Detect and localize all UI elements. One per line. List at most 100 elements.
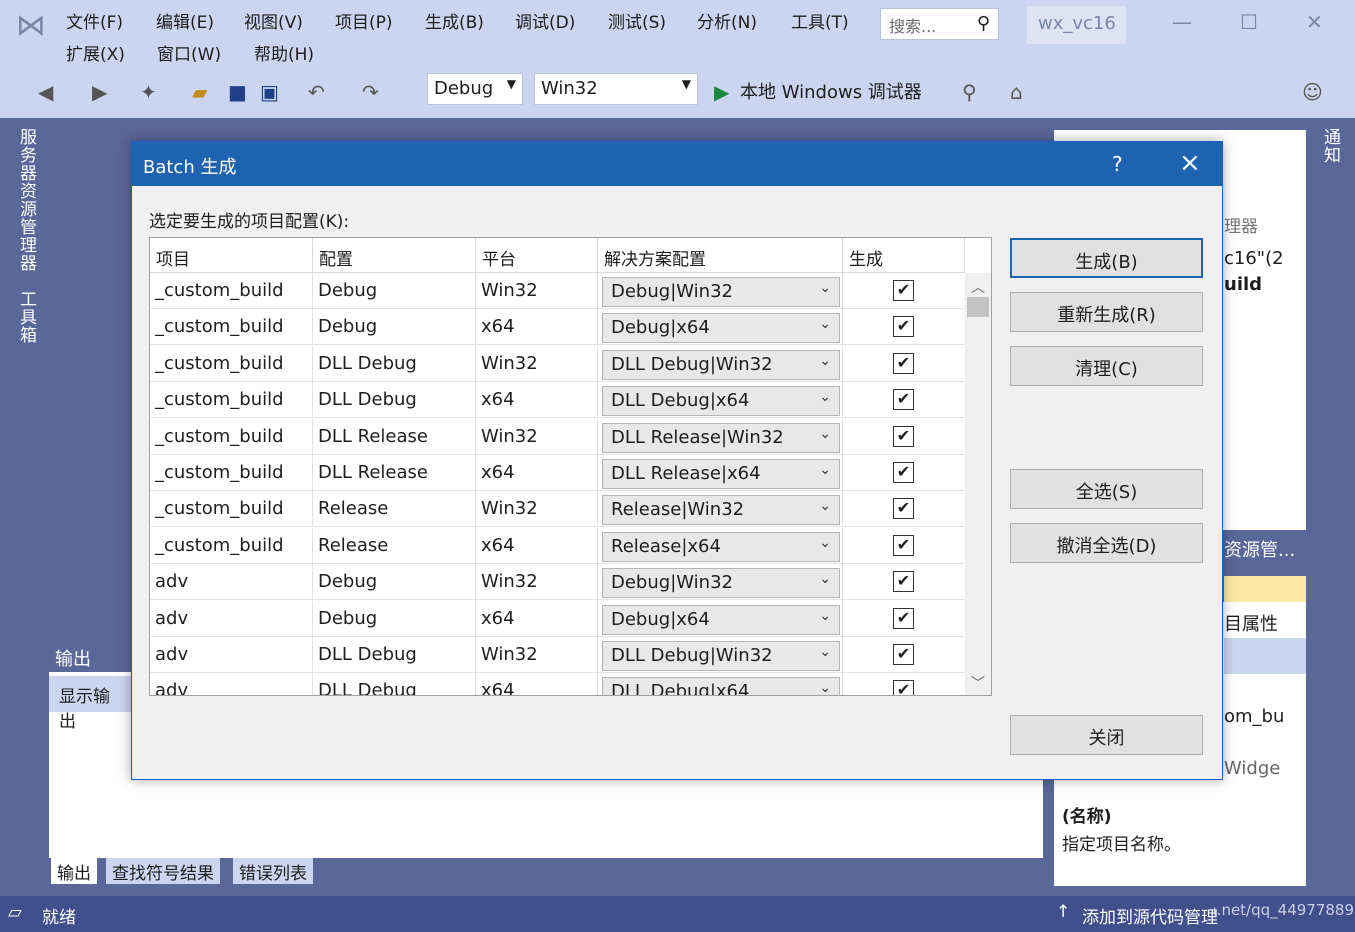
close-window-icon[interactable]: ✕ bbox=[1306, 10, 1323, 34]
cell-platform: x64 bbox=[476, 455, 598, 491]
cell-platform: x64 bbox=[476, 527, 598, 564]
help-icon[interactable]: ? bbox=[1112, 152, 1123, 176]
open-folder-icon[interactable]: ▰ bbox=[192, 80, 207, 104]
build-checkbox[interactable]: ✔ bbox=[893, 352, 914, 374]
column-header-config[interactable]: 配置 bbox=[313, 238, 476, 273]
table-row[interactable]: adv DLL Debug Win32 DLL Debug|Win32 ⌄ ✔ bbox=[150, 637, 965, 673]
build-checkbox[interactable]: ✔ bbox=[893, 534, 914, 556]
grid-scrollbar[interactable]: ︿ ﹀ bbox=[965, 273, 991, 695]
solution-config-dropdown[interactable]: DLL Release|x64 ⌄ bbox=[602, 459, 840, 489]
save-icon[interactable]: ■ bbox=[228, 80, 247, 104]
column-header-build[interactable]: 生成 bbox=[843, 238, 965, 273]
feedback-icon[interactable]: ☺ bbox=[1302, 80, 1323, 104]
config-combo[interactable]: Debug ▼ bbox=[427, 73, 523, 105]
menu-item[interactable]: 项目(P) bbox=[335, 8, 393, 33]
build-checkbox[interactable]: ✔ bbox=[893, 644, 914, 665]
table-row[interactable]: adv Debug Win32 Debug|Win32 ⌄ ✔ bbox=[150, 564, 965, 601]
build-checkbox[interactable]: ✔ bbox=[893, 680, 914, 695]
menu-item[interactable]: 窗口(W) bbox=[157, 40, 221, 65]
toolbox-tab[interactable]: 工具箱 bbox=[14, 290, 39, 344]
column-header-platform[interactable]: 平台 bbox=[476, 238, 598, 273]
select-all-button[interactable]: 全选(S) bbox=[1010, 469, 1203, 509]
build-checkbox[interactable]: ✔ bbox=[893, 607, 914, 629]
minimize-icon[interactable]: — bbox=[1172, 10, 1192, 34]
solution-config-dropdown[interactable]: DLL Debug|x64 ⌄ bbox=[602, 677, 840, 695]
menu-item[interactable]: 视图(V) bbox=[244, 8, 303, 33]
deselect-all-button[interactable]: 撤消全选(D) bbox=[1010, 523, 1203, 563]
cell-config: Debug bbox=[313, 273, 476, 309]
new-project-icon[interactable]: ✦ bbox=[140, 80, 157, 104]
save-all-icon[interactable]: ▣ bbox=[260, 80, 279, 104]
forward-icon[interactable]: ▶ bbox=[92, 80, 107, 104]
chevron-down-icon[interactable]: ﹀ bbox=[971, 673, 985, 693]
menu-item[interactable]: 扩展(X) bbox=[66, 40, 125, 65]
tab-find-symbol[interactable]: 查找符号结果 bbox=[106, 858, 220, 884]
menu-item[interactable]: 调试(D) bbox=[515, 8, 575, 33]
table-row[interactable]: adv DLL Debug x64 DLL Debug|x64 ⌄ ✔ bbox=[150, 673, 965, 695]
notifications-tab[interactable]: 通知 bbox=[1318, 128, 1343, 164]
column-header-project[interactable]: 项目 bbox=[150, 238, 313, 273]
home-icon[interactable]: ⌂ bbox=[1010, 80, 1023, 104]
table-row[interactable]: _custom_build Release Win32 Release|Win32 ⌄ ✔ bbox=[150, 491, 965, 528]
source-control-button[interactable]: 添加到源代码管理 bbox=[1082, 903, 1218, 928]
search-input[interactable]: 搜索... ⚲ bbox=[880, 8, 999, 40]
menu-item[interactable]: 工具(T) bbox=[791, 8, 849, 33]
chevron-down-icon: ⌄ bbox=[819, 462, 831, 478]
close-button[interactable]: 关闭 bbox=[1010, 715, 1203, 755]
menu-item[interactable]: 帮助(H) bbox=[254, 40, 314, 65]
table-row[interactable]: _custom_build Release x64 Release|x64 ⌄ ✔ bbox=[150, 527, 965, 564]
debugger-button[interactable]: 本地 Windows 调试器 bbox=[740, 78, 922, 104]
table-row[interactable]: adv Debug x64 Debug|x64 ⌄ ✔ bbox=[150, 600, 965, 637]
solution-config-dropdown[interactable]: Debug|Win32 ⌄ bbox=[602, 277, 840, 307]
build-checkbox[interactable]: ✔ bbox=[893, 316, 914, 338]
solution-config-dropdown[interactable]: DLL Release|Win32 ⌄ bbox=[602, 422, 840, 453]
solution-config-dropdown[interactable]: Debug|Win32 ⌄ bbox=[602, 568, 840, 599]
build-checkbox[interactable]: ✔ bbox=[893, 280, 914, 301]
build-checkbox[interactable]: ✔ bbox=[893, 571, 914, 593]
table-row[interactable]: _custom_build Debug x64 Debug|x64 ⌄ ✔ bbox=[150, 309, 965, 346]
menu-item[interactable]: 生成(B) bbox=[425, 8, 484, 33]
solution-config-dropdown[interactable]: DLL Debug|Win32 ⌄ bbox=[602, 641, 840, 671]
redo-icon[interactable]: ↷ bbox=[362, 80, 379, 104]
dialog-caption: 选定要生成的项目配置(K): bbox=[149, 212, 350, 232]
server-explorer-tab[interactable]: 服务器资源管理器 bbox=[14, 128, 39, 272]
table-row[interactable]: _custom_build Debug Win32 Debug|Win32 ⌄ ✔ bbox=[150, 273, 965, 309]
build-button[interactable]: 生成(B) bbox=[1010, 238, 1203, 278]
clean-button[interactable]: 清理(C) bbox=[1010, 346, 1203, 386]
show-output-label: 显示输出 bbox=[49, 676, 131, 732]
column-header-solution-config[interactable]: 解决方案配置 bbox=[598, 238, 843, 273]
solution-explorer-link[interactable]: 资源管... bbox=[1224, 536, 1295, 562]
properties-fragment: om_bu bbox=[1224, 706, 1285, 727]
menu-item[interactable]: 文件(F) bbox=[66, 8, 123, 33]
menu-item[interactable]: 编辑(E) bbox=[156, 8, 214, 33]
find-icon[interactable]: ⚲ bbox=[962, 80, 977, 104]
tab-output[interactable]: 输出 bbox=[51, 858, 97, 884]
solution-config-dropdown[interactable]: Debug|x64 ⌄ bbox=[602, 313, 840, 344]
back-icon[interactable]: ◀ bbox=[38, 80, 53, 104]
build-checkbox[interactable]: ✔ bbox=[893, 389, 914, 411]
start-debug-icon[interactable]: ▶ bbox=[714, 80, 729, 104]
cell-project: _custom_build bbox=[150, 345, 313, 382]
platform-combo[interactable]: Win32 ▼ bbox=[534, 73, 698, 105]
solution-config-dropdown[interactable]: Debug|x64 ⌄ bbox=[602, 604, 840, 635]
build-checkbox[interactable]: ✔ bbox=[893, 425, 914, 447]
table-row[interactable]: _custom_build DLL Debug x64 DLL Debug|x64 ⌄ ✔ bbox=[150, 382, 965, 419]
rebuild-button[interactable]: 重新生成(R) bbox=[1010, 292, 1203, 332]
solution-config-dropdown[interactable]: DLL Debug|x64 ⌄ bbox=[602, 386, 840, 417]
menu-item[interactable]: 分析(N) bbox=[697, 8, 757, 33]
chevron-up-icon[interactable]: ︿ bbox=[971, 277, 985, 297]
solution-config-dropdown[interactable]: DLL Debug|Win32 ⌄ bbox=[602, 349, 840, 380]
solution-config-dropdown[interactable]: Release|x64 ⌄ bbox=[602, 531, 840, 562]
solution-config-dropdown[interactable]: Release|Win32 ⌄ bbox=[602, 495, 840, 526]
table-row[interactable]: _custom_build DLL Release Win32 DLL Release… bbox=[150, 418, 965, 455]
scrollbar-thumb[interactable] bbox=[967, 297, 989, 317]
undo-icon[interactable]: ↶ bbox=[308, 80, 325, 104]
tab-error-list[interactable]: 错误列表 bbox=[233, 858, 313, 884]
build-checkbox[interactable]: ✔ bbox=[893, 498, 914, 520]
maximize-icon[interactable]: ☐ bbox=[1240, 10, 1258, 34]
build-checkbox[interactable]: ✔ bbox=[893, 462, 914, 483]
table-row[interactable]: _custom_build DLL Release x64 DLL Release|x… bbox=[150, 455, 965, 491]
table-row[interactable]: _custom_build DLL Debug Win32 DLL Debug|Win… bbox=[150, 345, 965, 382]
close-icon[interactable]: × bbox=[1179, 148, 1201, 178]
menu-item[interactable]: 测试(S) bbox=[608, 8, 666, 33]
